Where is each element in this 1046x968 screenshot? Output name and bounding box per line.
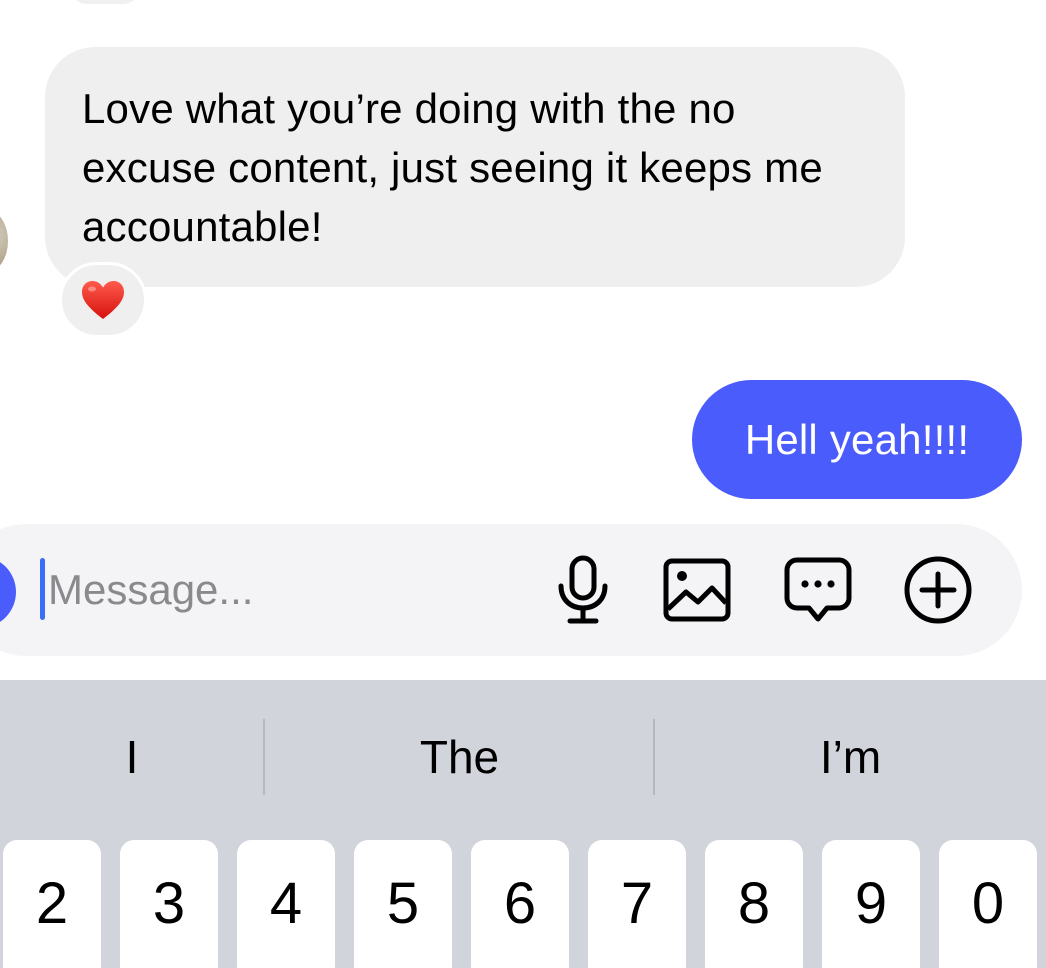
heart-icon: [82, 281, 124, 319]
chat-screen: Love what you’re doing with the no excus…: [0, 0, 1046, 968]
outgoing-message-text: Hell yeah!!!!: [744, 415, 970, 463]
key-3[interactable]: 3: [120, 840, 218, 968]
key-0[interactable]: 0: [939, 840, 1037, 968]
key-9[interactable]: 9: [822, 840, 920, 968]
suggestion-2[interactable]: The: [265, 715, 654, 799]
microphone-icon: [558, 555, 608, 624]
outgoing-message-bubble[interactable]: Hell yeah!!!!: [692, 380, 1022, 499]
message-input[interactable]: [48, 560, 488, 620]
key-7[interactable]: 7: [588, 840, 686, 968]
key-2[interactable]: 2: [3, 840, 101, 968]
add-button[interactable]: [900, 552, 976, 628]
incoming-message-text: Love what you’re doing with the no excus…: [82, 85, 823, 250]
key-6[interactable]: 6: [471, 840, 569, 968]
key-5[interactable]: 5: [354, 840, 452, 968]
sender-avatar[interactable]: [0, 210, 8, 272]
microphone-button[interactable]: [545, 552, 621, 628]
photo-button[interactable]: [659, 552, 735, 628]
photo-icon: [663, 558, 731, 622]
plus-circle-icon: [904, 556, 972, 624]
message-reaction[interactable]: [59, 262, 147, 338]
sticker-chat-button[interactable]: [780, 552, 856, 628]
previous-message-fragment: [70, 0, 140, 4]
sticker-chat-icon: [784, 557, 852, 622]
suggestion-1[interactable]: I: [0, 715, 264, 799]
text-caret: [40, 558, 45, 620]
incoming-message-bubble[interactable]: Love what you’re doing with the no excus…: [45, 47, 905, 287]
key-4[interactable]: 4: [237, 840, 335, 968]
key-8[interactable]: 8: [705, 840, 803, 968]
suggestion-3[interactable]: I’m: [655, 715, 1046, 799]
